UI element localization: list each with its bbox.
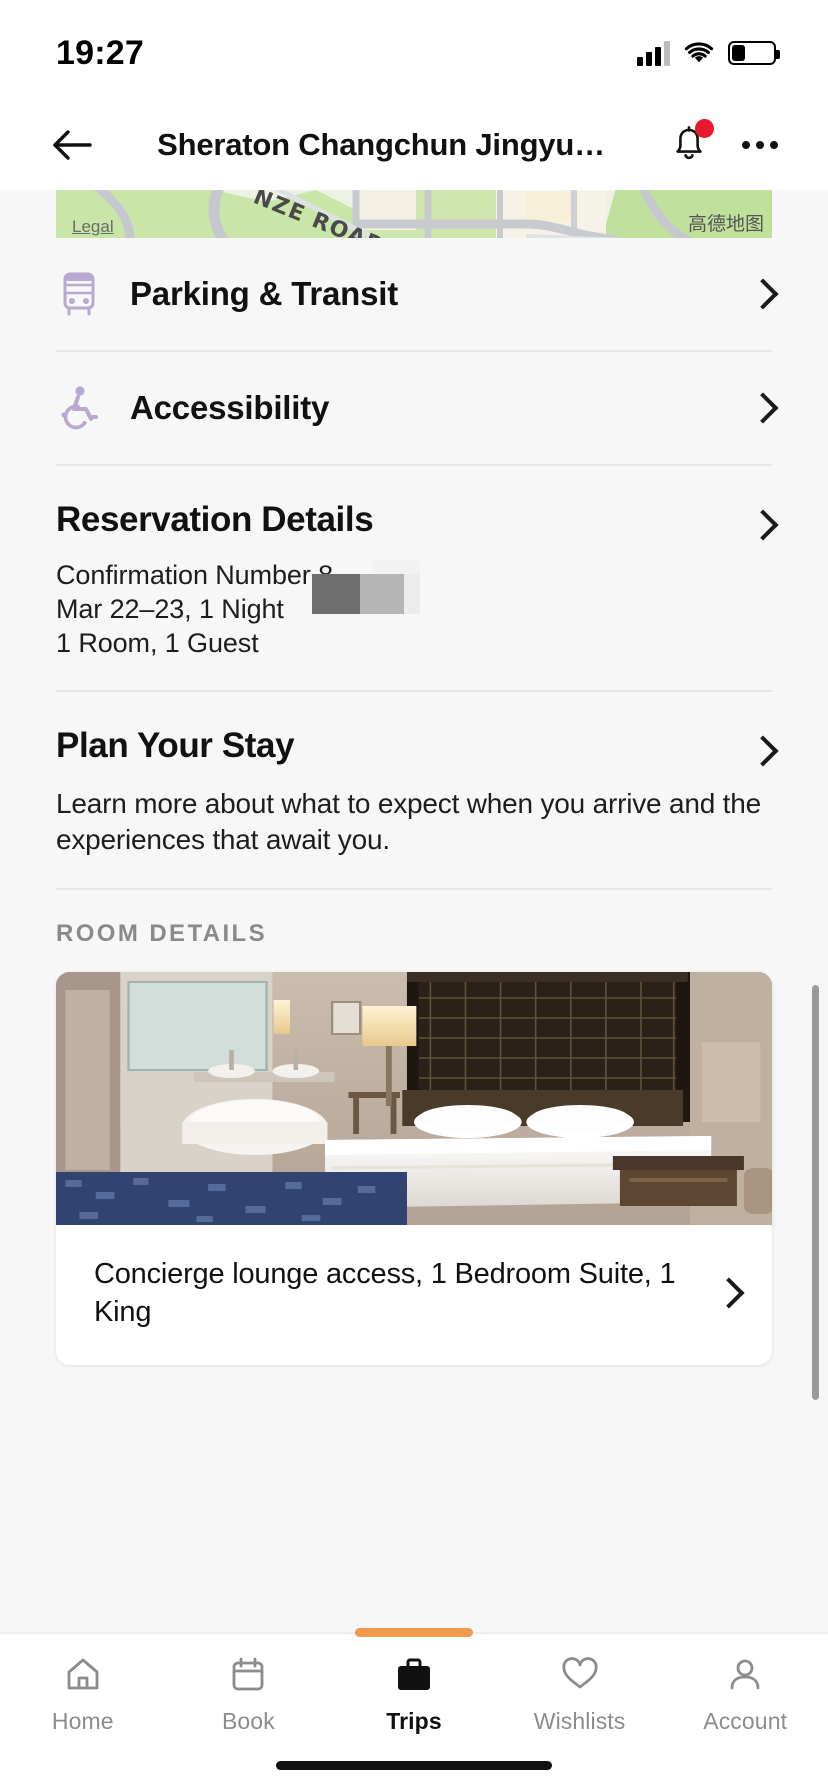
bottom-tab-bar: Home Book Trips Wishlists Account [0, 1628, 828, 1792]
room-details-eyebrow: ROOM DETAILS [56, 919, 268, 947]
scroll-content[interactable]: NZE ROAD Legal 高德地图 Parking & Transit Ac… [0, 190, 828, 1632]
parking-transit-section: Parking & Transit [0, 238, 828, 350]
accessibility-section: Accessibility [0, 352, 828, 464]
room-details-section: ROOM DETAILS Concierge lounge access, 1 … [0, 890, 828, 1366]
section-title: Reservation Details [56, 500, 374, 539]
active-tab-indicator [355, 1628, 473, 1637]
calendar-icon [228, 1652, 268, 1696]
map-legal-link[interactable]: Legal [72, 217, 114, 237]
tab-label: Account [703, 1708, 788, 1734]
chevron-right-icon [750, 506, 772, 544]
reservation-details-section: Reservation Details Confirmation Number … [0, 466, 828, 690]
tab-home[interactable]: Home [0, 1652, 166, 1735]
status-time: 19:27 [56, 33, 144, 72]
tab-label: Home [51, 1708, 114, 1734]
section-title: Plan Your Stay [56, 726, 295, 766]
overflow-menu-icon [756, 141, 764, 149]
scrollbar-thumb[interactable] [812, 985, 819, 1400]
row-label: Parking & Transit [130, 275, 399, 312]
person-icon [725, 1652, 765, 1696]
home-indicator [276, 1761, 552, 1770]
wheelchair-icon [56, 385, 102, 431]
heart-icon [559, 1652, 601, 1696]
room-name: Concierge lounge access, 1 Bedroom Suite… [94, 1257, 676, 1328]
map-attribution: 高德地图 [687, 213, 764, 235]
tab-trips[interactable]: Trips [331, 1652, 497, 1735]
tab-label: Book [221, 1708, 275, 1734]
occupancy: 1 Room, 1 Guest [56, 628, 259, 659]
bus-icon [56, 271, 102, 317]
overflow-menu-button[interactable] [732, 117, 788, 173]
wifi-icon [684, 42, 714, 63]
room-card[interactable]: Concierge lounge access, 1 Bedroom Suite… [56, 971, 772, 1366]
plan-your-stay-description: Learn more about what to expect when you… [56, 788, 761, 855]
tab-wishlists[interactable]: Wishlists [497, 1652, 663, 1735]
page-title: Sheraton Changchun Jingyu… [157, 127, 605, 162]
row-accessibility[interactable]: Accessibility [56, 352, 772, 464]
map-canvas: NZE ROAD [56, 190, 772, 238]
status-indicators [637, 40, 780, 66]
navigation-bar: Sheraton Changchun Jingyu… [0, 100, 828, 190]
home-icon [63, 1652, 103, 1696]
back-button[interactable] [44, 117, 100, 173]
cellular-signal-icon [637, 40, 670, 66]
notifications-button[interactable] [662, 117, 716, 173]
plan-your-stay-section: Plan Your Stay Learn more about what to … [0, 692, 828, 888]
chevron-right-icon [750, 275, 772, 313]
hotel-map[interactable]: NZE ROAD Legal 高德地图 [56, 190, 772, 238]
chevron-right-icon [750, 732, 772, 770]
battery-low-icon [728, 41, 780, 65]
tab-label: Wishlists [533, 1708, 626, 1734]
tab-label: Trips [386, 1708, 442, 1734]
room-caption-row[interactable]: Concierge lounge access, 1 Bedroom Suite… [56, 1225, 772, 1366]
chevron-right-icon [750, 389, 772, 427]
overflow-menu-icon [770, 141, 778, 149]
reservation-details-header[interactable]: Reservation Details [56, 500, 772, 544]
reservation-detail-lines: Confirmation Number 8 Mar 22–23, 1 Night… [56, 558, 772, 660]
notification-badge [695, 119, 714, 138]
hotel-suite-photo [56, 971, 772, 1225]
tab-book[interactable]: Book [166, 1652, 332, 1735]
row-label: Accessibility [130, 389, 330, 426]
status-bar: 19:27 [0, 0, 828, 100]
overflow-menu-icon [742, 141, 750, 149]
back-arrow-icon [53, 130, 92, 160]
redaction-overlay [312, 560, 420, 614]
tab-account[interactable]: Account [662, 1652, 828, 1735]
app-screen: 19:27 Sheraton Changchun Jingyu… NZE ROA… [0, 0, 828, 1792]
chevron-right-icon [716, 1274, 738, 1312]
plan-your-stay-header[interactable]: Plan Your Stay [56, 726, 772, 770]
briefcase-icon [393, 1652, 435, 1696]
row-parking-transit[interactable]: Parking & Transit [56, 238, 772, 350]
